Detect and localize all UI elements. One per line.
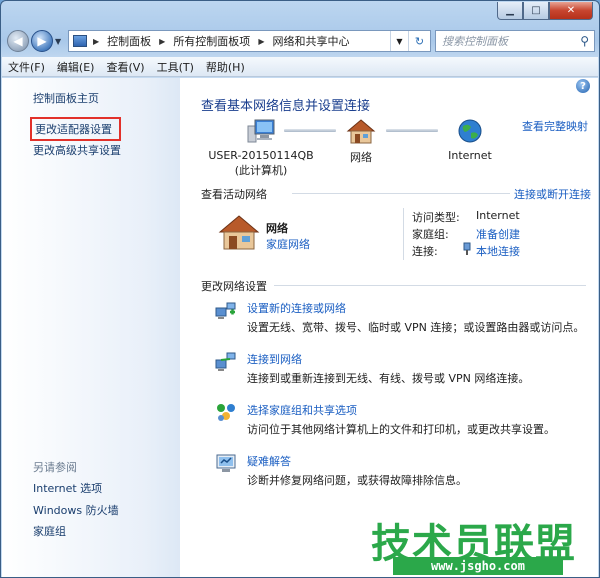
vertical-divider (403, 208, 404, 260)
homegroup-link[interactable]: 准备创建 (476, 226, 520, 242)
new-connection-icon (215, 302, 236, 319)
computer-icon (247, 119, 275, 143)
forward-button[interactable]: ▶ (31, 30, 53, 52)
back-button[interactable]: ◀ (7, 30, 29, 52)
globe-icon (458, 119, 482, 143)
breadcrumb-network-center[interactable]: 网络和共享中心 (272, 33, 349, 49)
menu-tools[interactable]: 工具(T) (157, 59, 194, 75)
home-network-icon (218, 215, 260, 250)
computer-name: USER-20150114QB (208, 149, 314, 162)
search-placeholder: 搜索控制面板 (442, 35, 508, 48)
address-row: ◀ ▶ ▼ ▶ 控制面板 ▶ 所有控制面板项 ▶ 网络和共享中心 ▼ ↻ 搜索控… (7, 28, 595, 54)
sidebar: 控制面板主页 更改适配器设置 更改高级共享设置 另请参阅 Internet 选项… (2, 78, 180, 577)
homegroup-label: 家庭组: (412, 228, 449, 241)
sidebar-change-adapter-settings[interactable]: 更改适配器设置 (30, 117, 121, 141)
access-type-value: Internet (476, 209, 520, 222)
active-networks-heading: 查看活动网络 (201, 188, 267, 201)
computer-node: USER-20150114QB (此计算机) (206, 118, 316, 178)
watermark-url: www.jsgho.com (393, 557, 563, 575)
page-title: 查看基本网络信息并设置连接 (201, 99, 371, 114)
access-type-label: 访问类型: (412, 211, 460, 224)
active-network-name: 网络 (266, 222, 288, 235)
refresh-icon[interactable]: ↻ (408, 31, 430, 51)
address-dropdown-icon[interactable]: ▼ (390, 31, 408, 51)
breadcrumb-separator-icon[interactable]: ▶ (93, 37, 99, 46)
network-type-link[interactable]: 家庭网络 (266, 236, 310, 252)
network-node-label: 网络 (350, 151, 372, 164)
see-also-heading: 另请参阅 (33, 461, 77, 474)
connection-label: 连接: (412, 245, 438, 258)
house-icon (346, 119, 376, 144)
close-button[interactable]: ✕ (549, 2, 593, 20)
change-settings-heading: 更改网络设置 (201, 280, 267, 293)
connection-line (386, 129, 438, 132)
recent-pages-dropdown[interactable]: ▼ (55, 37, 65, 46)
sidebar-internet-options[interactable]: Internet 选项 (33, 480, 102, 496)
content-area: 控制面板主页 更改适配器设置 更改高级共享设置 另请参阅 Internet 选项… (2, 78, 598, 577)
minimize-icon: ▁ (506, 5, 514, 16)
connection-line (284, 129, 336, 132)
menu-file[interactable]: 文件(F) (8, 59, 45, 75)
homegroup-icon (217, 404, 235, 421)
window: ▁ □ ✕ ◀ ▶ ▼ ▶ 控制面板 ▶ 所有控制面板项 ▶ 网络和共享中心 ▼… (0, 0, 600, 578)
setup-new-connection-link[interactable]: 设置新的连接或网络 (247, 300, 346, 316)
internet-node[interactable]: Internet (442, 118, 498, 162)
back-arrow-icon: ◀ (13, 34, 23, 48)
network-node[interactable]: 网络 (338, 118, 384, 165)
computer-note: (此计算机) (234, 164, 288, 177)
connect-network-icon (215, 352, 236, 371)
breadcrumb-separator-icon[interactable]: ▶ (258, 37, 264, 46)
help-icon[interactable]: ? (576, 79, 590, 93)
maximize-icon: □ (531, 5, 541, 16)
close-icon: ✕ (566, 5, 576, 16)
homegroup-sharing-link[interactable]: 选择家庭组和共享选项 (247, 402, 357, 418)
menu-edit[interactable]: 编辑(E) (57, 59, 95, 75)
local-connection-link[interactable]: 本地连接 (476, 243, 520, 259)
internet-node-label: Internet (448, 149, 492, 162)
search-input[interactable]: 搜索控制面板 ⚲ (435, 30, 595, 52)
search-icon[interactable]: ⚲ (580, 34, 589, 48)
connect-to-network-desc: 连接到或重新连接到无线、有线、拨号或 VPN 网络连接。 (247, 372, 530, 385)
breadcrumb-all-items[interactable]: 所有控制面板项 (173, 33, 250, 49)
section-divider (274, 285, 586, 286)
connect-to-network-link[interactable]: 连接到网络 (247, 351, 302, 367)
sidebar-change-advanced-sharing[interactable]: 更改高级共享设置 (33, 142, 121, 158)
menu-bar: 文件(F) 编辑(E) 查看(V) 工具(T) 帮助(H) (2, 57, 598, 77)
sidebar-windows-firewall[interactable]: Windows 防火墙 (33, 502, 119, 518)
homegroup-sharing-desc: 访问位于其他网络计算机上的文件和打印机，或更改共享设置。 (247, 423, 555, 436)
forward-arrow-icon: ▶ (37, 34, 47, 48)
breadcrumb-control-panel[interactable]: 控制面板 (107, 33, 151, 49)
setup-new-connection-desc: 设置无线、宽带、拨号、临时或 VPN 连接；或设置路由器或访问点。 (247, 321, 585, 334)
troubleshoot-link[interactable]: 疑难解答 (247, 453, 291, 469)
address-bar[interactable]: ▶ 控制面板 ▶ 所有控制面板项 ▶ 网络和共享中心 ▼ ↻ (68, 30, 431, 52)
menu-help[interactable]: 帮助(H) (206, 59, 245, 75)
ethernet-icon (463, 242, 471, 255)
troubleshoot-desc: 诊断并修复网络问题，或获得故障排除信息。 (247, 474, 467, 487)
view-full-map-link[interactable]: 查看完整映射 (522, 118, 588, 134)
troubleshoot-icon (216, 454, 236, 472)
control-panel-icon (73, 35, 87, 47)
sidebar-homegroup[interactable]: 家庭组 (33, 523, 66, 539)
local-connection-label[interactable]: 本地连接 (476, 245, 520, 258)
breadcrumb-separator-icon[interactable]: ▶ (159, 37, 165, 46)
caption-buttons: ▁ □ ✕ (497, 2, 593, 20)
maximize-button[interactable]: □ (523, 2, 549, 20)
connect-disconnect-link[interactable]: 连接或断开连接 (514, 186, 591, 202)
section-divider (292, 193, 510, 194)
minimize-button[interactable]: ▁ (497, 2, 523, 20)
sidebar-control-panel-home[interactable]: 控制面板主页 (33, 90, 99, 106)
menu-view[interactable]: 查看(V) (106, 59, 144, 75)
